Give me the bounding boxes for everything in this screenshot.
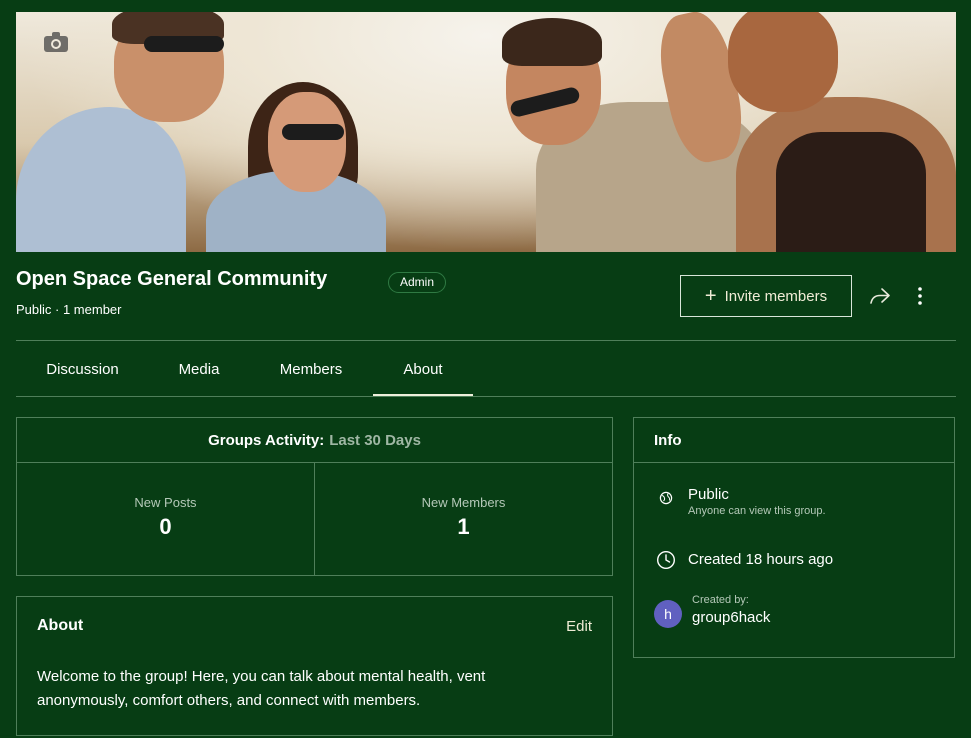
activity-card: Groups Activity: Last 30 Days New Posts …	[16, 417, 613, 576]
created-time: Created 18 hours ago	[688, 551, 834, 568]
stat-value: 0	[159, 514, 172, 539]
creator-name[interactable]: group6hack	[692, 609, 770, 626]
stat-new-members: New Members 1	[314, 463, 612, 575]
tab-discussion[interactable]: Discussion	[16, 342, 149, 396]
group-tabs: Discussion Media Members About	[16, 342, 473, 397]
privacy-description: Anyone can view this group.	[688, 505, 826, 517]
invite-members-label: Invite members	[724, 287, 828, 305]
info-title: Info	[634, 418, 954, 463]
info-card: Info Public Anyone can view this group. …	[633, 417, 955, 658]
invite-members-button[interactable]: + Invite members	[680, 275, 852, 317]
about-card: About Edit Welcome to the group! Here, y…	[16, 596, 613, 736]
tab-members[interactable]: Members	[249, 342, 373, 396]
cover-figure	[282, 124, 344, 140]
divider	[16, 396, 956, 397]
created-row: Created 18 hours ago	[654, 548, 833, 572]
globe-icon	[654, 486, 678, 510]
divider	[16, 340, 956, 341]
camera-icon[interactable]	[44, 32, 68, 52]
cover-figure	[144, 36, 224, 52]
edit-about-link[interactable]: Edit	[566, 618, 592, 635]
activity-heading-label: Groups Activity:	[208, 431, 325, 449]
cover-figure	[502, 18, 602, 66]
privacy-row: Public Anyone can view this group.	[654, 486, 826, 517]
activity-period: Last 30 Days	[329, 431, 421, 449]
about-title: About	[37, 617, 84, 634]
group-title: Open Space General Community	[16, 268, 328, 290]
clock-icon	[654, 548, 678, 572]
share-icon[interactable]	[868, 286, 892, 306]
created-by-label: Created by:	[692, 594, 749, 606]
creator-row: h Created by: group6hack	[654, 594, 770, 628]
cover-figure	[268, 92, 346, 192]
privacy-label: Public	[688, 486, 729, 503]
plus-icon: +	[704, 285, 717, 307]
stat-label: New Members	[421, 495, 506, 510]
role-badge: Admin	[388, 272, 446, 293]
stat-label: New Posts	[134, 495, 197, 510]
activity-heading: Groups Activity: Last 30 Days	[17, 418, 612, 463]
group-meta: Public · 1 member	[16, 302, 122, 317]
avatar[interactable]: h	[654, 600, 682, 628]
tab-about[interactable]: About	[373, 342, 473, 397]
cover-image	[16, 12, 956, 252]
stat-value: 1	[457, 514, 470, 539]
stat-new-posts: New Posts 0	[17, 463, 314, 575]
cover-figure	[776, 132, 926, 252]
more-vertical-icon[interactable]	[912, 284, 928, 308]
about-description: Welcome to the group! Here, you can talk…	[37, 668, 486, 709]
tab-media[interactable]: Media	[149, 342, 249, 396]
cover-figure	[16, 107, 186, 252]
cover-figure	[728, 12, 838, 112]
